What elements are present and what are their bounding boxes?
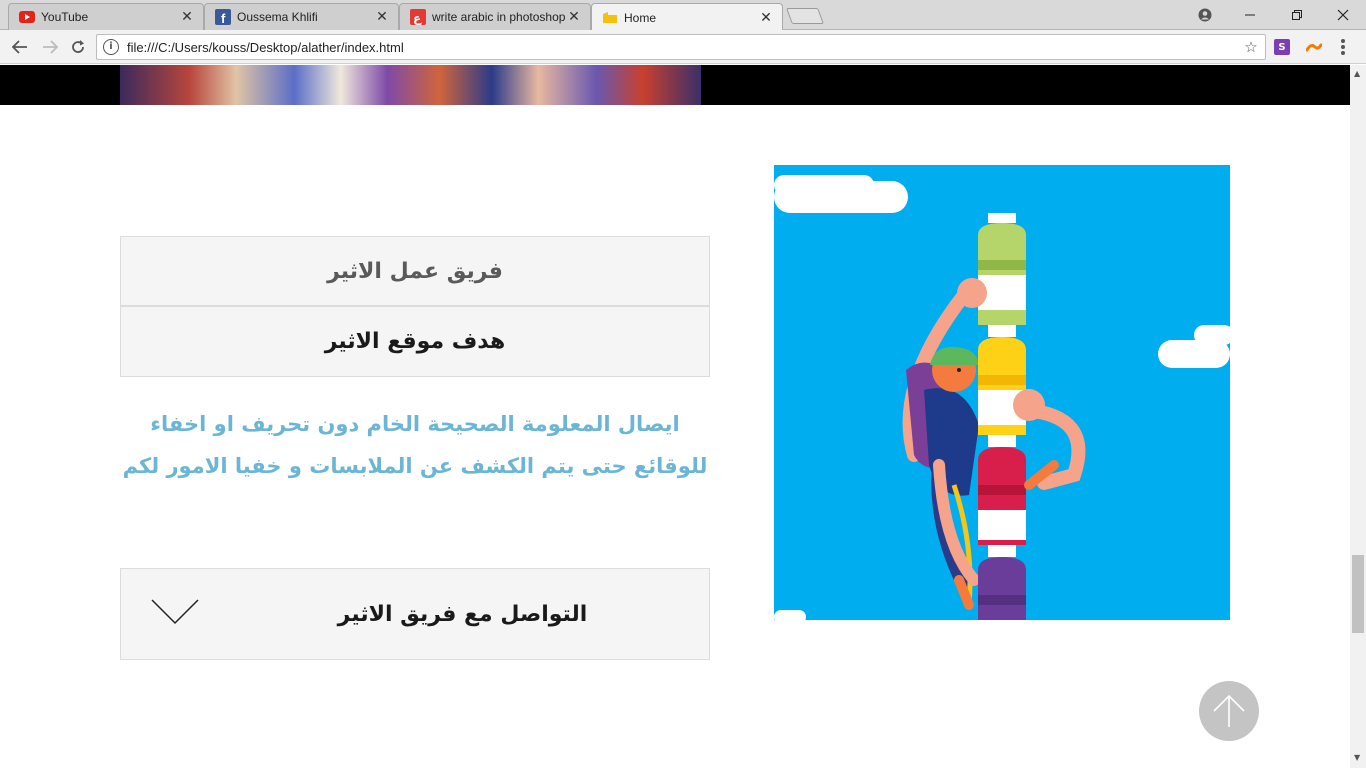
minimize-window-button[interactable] [1228, 0, 1274, 30]
close-tab-icon[interactable]: ✕ [758, 10, 774, 26]
browser-tab-strip: YouTube ✕ f Oussema Khlifi ✕ ع write ara… [0, 0, 1366, 31]
close-window-button[interactable] [1320, 0, 1366, 30]
folder-icon [602, 10, 618, 26]
chevron-down-icon[interactable] [151, 599, 199, 625]
forward-button[interactable] [38, 35, 62, 59]
scrollbar-thumb[interactable] [1352, 555, 1364, 633]
scroll-to-top-button[interactable] [1199, 681, 1259, 741]
extension-s-icon[interactable]: S [1274, 39, 1290, 55]
facebook-icon: f [215, 9, 231, 25]
page-info-icon[interactable]: i [103, 39, 119, 55]
goal-panel[interactable]: هدف موقع الاثير [120, 306, 710, 377]
restore-window-button[interactable] [1274, 0, 1320, 30]
tab-title: YouTube [41, 10, 89, 24]
goal-description-line: للوقائع حتى يتم الكشف عن الملابسات و خفي… [122, 454, 708, 478]
team-panel-title: فريق عمل الاثير [327, 258, 503, 284]
scroll-down-arrow-icon[interactable]: ▼ [1354, 753, 1360, 762]
banner-artwork-image [120, 65, 701, 105]
goal-description-line: ايصال المعلومة الصحيحة الخام دون تحريف ا… [150, 412, 680, 436]
arabic-font-site-icon: ع [410, 9, 426, 25]
arrow-up-icon [1213, 694, 1245, 727]
back-button[interactable] [8, 35, 32, 59]
tab-title: write arabic in photoshop [432, 10, 566, 24]
scroll-up-arrow-icon[interactable]: ▲ [1354, 69, 1360, 78]
url-text: file:///C:/Users/kouss/Desktop/alather/i… [127, 39, 404, 55]
bookmark-star-icon[interactable]: ☆ [1241, 38, 1261, 56]
tab-title: Home [624, 10, 657, 25]
header-banner [0, 65, 1350, 105]
close-tab-icon[interactable]: ✕ [374, 9, 390, 25]
contact-panel-title: التواصل مع فريق الاثير [337, 601, 588, 627]
browser-toolbar: i file:///C:/Users/kouss/Desktop/alather… [0, 30, 1366, 64]
new-tab-button[interactable] [786, 8, 824, 24]
page-scrollbar[interactable]: ▲ ▼ [1350, 65, 1366, 768]
address-bar[interactable]: i file:///C:/Users/kouss/Desktop/alather… [96, 34, 1266, 60]
browser-menu-icon[interactable] [1340, 39, 1346, 55]
profile-icon[interactable] [1182, 0, 1228, 30]
tab-facebook[interactable]: f Oussema Khlifi ✕ [204, 3, 399, 30]
extension-orange-icon[interactable] [1306, 39, 1322, 55]
page-viewport: فريق عمل الاثير هدف موقع الاثير ايصال ال… [0, 65, 1350, 768]
close-tab-icon[interactable]: ✕ [566, 9, 582, 25]
goal-panel-title: هدف موقع الاثير [324, 329, 506, 354]
bottles-climber-illustration [774, 165, 1230, 620]
svg-text:ع: ع [413, 11, 422, 25]
contact-panel[interactable]: التواصل مع فريق الاثير [120, 568, 710, 660]
svg-text:f: f [221, 11, 226, 25]
tab-home[interactable]: Home ✕ [591, 3, 783, 31]
goal-description: ايصال المعلومة الصحيحة الخام دون تحريف ا… [120, 403, 710, 487]
close-tab-icon[interactable]: ✕ [179, 9, 195, 25]
tab-youtube[interactable]: YouTube ✕ [8, 3, 204, 30]
reload-button[interactable] [66, 35, 90, 59]
team-panel[interactable]: فريق عمل الاثير [120, 236, 710, 306]
youtube-icon [19, 9, 35, 25]
tab-write-arabic[interactable]: ع write arabic in photoshop ✕ [399, 3, 591, 30]
tab-title: Oussema Khlifi [237, 10, 318, 24]
